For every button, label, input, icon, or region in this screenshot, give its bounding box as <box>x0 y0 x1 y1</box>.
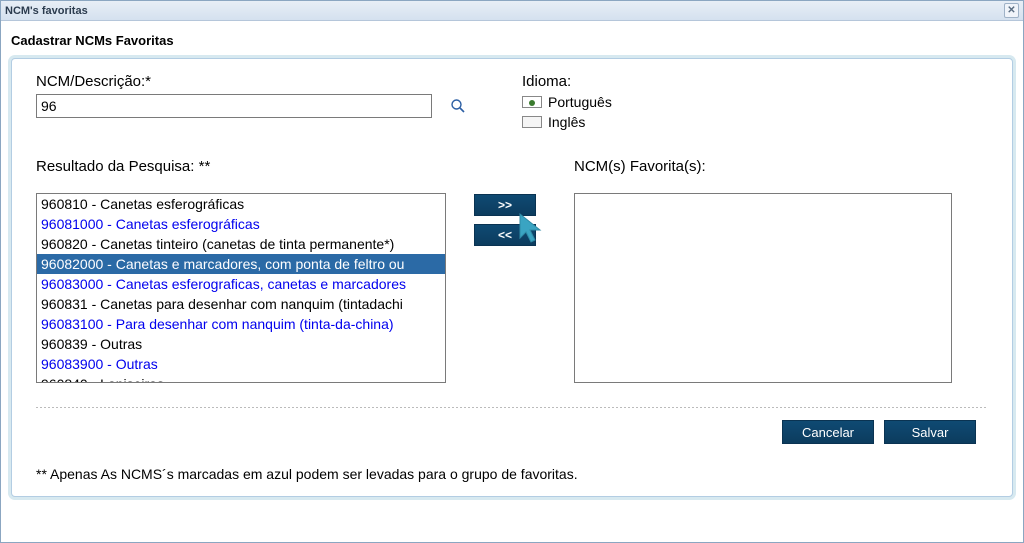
window-title: NCM's favoritas <box>5 5 88 17</box>
results-listbox[interactable]: 960810 - Canetas esferográficas96081000 … <box>36 193 446 383</box>
cancel-button[interactable]: Cancelar <box>782 420 874 444</box>
list-item[interactable]: 96081000 - Canetas esferográficas <box>37 214 445 234</box>
idioma-pt-label: Português <box>548 92 612 112</box>
idioma-option-en[interactable]: Inglês <box>522 112 612 132</box>
add-to-favorites-button[interactable]: >> <box>474 194 536 216</box>
search-icon[interactable] <box>450 98 466 114</box>
results-column: Resultado da Pesquisa: ** 960810 - Canet… <box>36 158 446 383</box>
main-panel: NCM/Descrição:* Idioma: <box>11 58 1013 497</box>
list-item[interactable]: 960831 - Canetas para desenhar com nanqu… <box>37 294 445 314</box>
top-row: NCM/Descrição:* Idioma: <box>36 73 988 132</box>
list-item[interactable]: 960839 - Outras <box>37 334 445 354</box>
ncm-field-block: NCM/Descrição:* <box>36 73 466 118</box>
flag-br-icon <box>522 96 542 108</box>
list-item[interactable]: 960810 - Canetas esferográficas <box>37 194 445 214</box>
idioma-label: Idioma: <box>522 73 612 90</box>
idioma-option-pt[interactable]: Português <box>522 92 612 112</box>
list-item[interactable]: 96083000 - Canetas esferograficas, canet… <box>37 274 445 294</box>
footer-buttons: Cancelar Salvar <box>36 420 988 444</box>
favorites-column: NCM(s) Favorita(s): <box>574 158 952 383</box>
save-button[interactable]: Salvar <box>884 420 976 444</box>
content-area: Cadastrar NCMs Favoritas NCM/Descrição:* <box>1 21 1023 511</box>
ncm-input-row <box>36 94 466 118</box>
close-icon: ✕ <box>1007 5 1015 16</box>
ncm-label: NCM/Descrição:* <box>36 73 466 90</box>
transfer-column: >> << <box>474 194 536 246</box>
results-label: Resultado da Pesquisa: ** <box>36 158 446 175</box>
titlebar: NCM's favoritas ✕ <box>1 1 1023 21</box>
list-item[interactable]: 96083900 - Outras <box>37 354 445 374</box>
idioma-block: Idioma: Português Inglês <box>522 73 612 132</box>
favorites-listbox[interactable] <box>574 193 952 383</box>
favorites-label: NCM(s) Favorita(s): <box>574 158 952 175</box>
footnote: ** Apenas As NCMS´s marcadas em azul pod… <box>36 466 988 482</box>
mid-section: Resultado da Pesquisa: ** 960810 - Canet… <box>36 158 988 383</box>
idioma-en-label: Inglês <box>548 112 585 132</box>
list-item[interactable]: 960820 - Canetas tinteiro (canetas de ti… <box>37 234 445 254</box>
close-button[interactable]: ✕ <box>1004 3 1019 18</box>
list-item[interactable]: 96083100 - Para desenhar com nanquim (ti… <box>37 314 445 334</box>
flag-en-icon <box>522 116 542 128</box>
list-item[interactable]: 960840 - Lapiseiras <box>37 374 445 383</box>
favorites-window: NCM's favoritas ✕ Cadastrar NCMs Favorit… <box>0 0 1024 543</box>
ncm-input[interactable] <box>36 94 432 118</box>
list-item[interactable]: 96082000 - Canetas e marcadores, com pon… <box>37 254 445 274</box>
divider <box>36 407 988 408</box>
page-subtitle: Cadastrar NCMs Favoritas <box>11 33 1013 48</box>
remove-from-favorites-button[interactable]: << <box>474 224 536 246</box>
